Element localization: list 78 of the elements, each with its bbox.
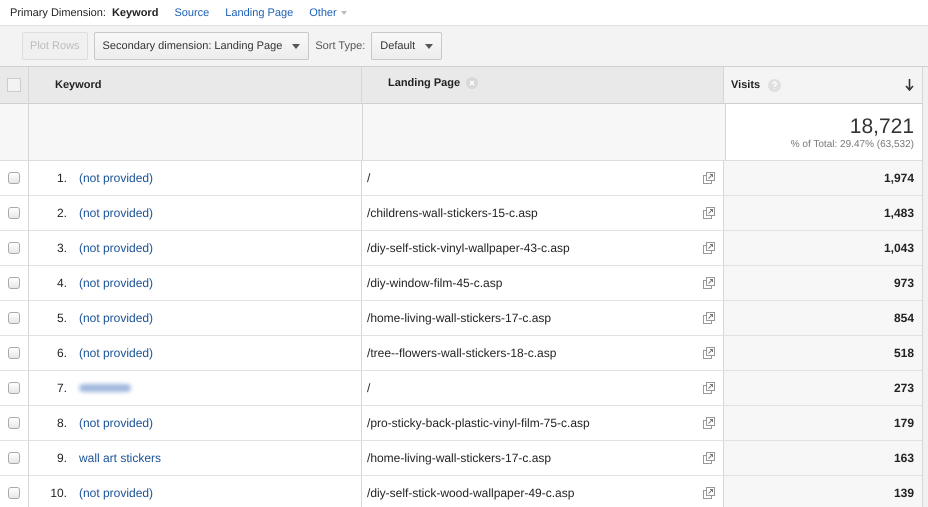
- secondary-dimension-dropdown[interactable]: Secondary dimension: Landing Page: [94, 32, 310, 60]
- table-cell: /diy-self-stick-wood-wallpaper-49-c.asp: [367, 486, 574, 500]
- column-header[interactable]: Landing Page: [388, 77, 460, 89]
- external-link-icon[interactable]: [703, 487, 715, 499]
- primary-dimension-label: Primary Dimension:: [10, 6, 106, 18]
- keyword-link[interactable]: (not provided): [79, 486, 154, 500]
- table-cell: /diy-self-stick-vinyl-wallpaper-43-c.asp: [367, 241, 570, 255]
- sort-descending-icon[interactable]: [905, 79, 914, 91]
- table-cell: /: [367, 171, 370, 185]
- row-number: 10.: [49, 486, 67, 500]
- row-number: 8.: [56, 416, 67, 430]
- select-all-checkbox[interactable]: [7, 78, 21, 92]
- sort-type-dropdown[interactable]: Default: [371, 32, 442, 60]
- table-cell: 1,043: [884, 241, 914, 255]
- keyword-link[interactable]: (not provided): [79, 276, 154, 290]
- row-checkbox[interactable]: [8, 487, 20, 499]
- row-number: 1.: [56, 171, 67, 185]
- keyword-link[interactable]: (not provided): [79, 206, 154, 220]
- keyword-link[interactable]: (not provided): [79, 311, 154, 325]
- caret-icon: [292, 44, 300, 48]
- remove-icon[interactable]: [466, 77, 478, 89]
- total-visits: 18,721: [850, 114, 914, 138]
- table-cell: 139: [894, 486, 914, 500]
- row-checkbox[interactable]: [8, 277, 20, 289]
- row-checkbox[interactable]: [8, 207, 20, 219]
- table-cell: /childrens-wall-stickers-15-c.asp: [367, 206, 538, 220]
- table-cell: 1,974: [884, 171, 914, 185]
- external-link-icon[interactable]: [703, 277, 715, 289]
- external-link-icon[interactable]: [703, 242, 715, 254]
- table-cell: /pro-sticky-back-plastic-vinyl-film-75-c.asp: [367, 416, 590, 430]
- row-number: 4.: [56, 276, 67, 290]
- row-checkbox[interactable]: [8, 242, 20, 254]
- table-cell: 854: [894, 311, 914, 325]
- row-number: 6.: [56, 346, 67, 360]
- keyword-link[interactable]: wall art stickers: [79, 451, 162, 465]
- external-link-icon[interactable]: [703, 347, 715, 359]
- column-header[interactable]: Keyword: [55, 79, 102, 91]
- help-icon[interactable]: [768, 78, 782, 92]
- row-checkbox[interactable]: [8, 417, 20, 429]
- external-link-icon[interactable]: [703, 452, 715, 464]
- table-cell: 273: [894, 381, 914, 395]
- dimension-tab[interactable]: Keyword: [112, 6, 158, 18]
- caret-icon: [425, 44, 434, 48]
- table-cell: /home-living-wall-stickers-17-c.asp: [367, 311, 552, 325]
- row-number: 5.: [56, 311, 67, 325]
- row-checkbox[interactable]: [8, 312, 20, 324]
- table-cell: 973: [894, 276, 914, 290]
- row-checkbox[interactable]: [8, 452, 20, 464]
- table-cell: 518: [894, 346, 914, 360]
- external-link-icon[interactable]: [703, 312, 715, 324]
- row-number: 7.: [56, 381, 67, 395]
- dimension-tab[interactable]: Landing Page: [225, 6, 294, 18]
- row-number: 2.: [56, 206, 67, 220]
- column-header[interactable]: Visits: [731, 79, 760, 91]
- sort-type-label: Sort Type:: [315, 40, 366, 52]
- table-cell: 163: [894, 451, 914, 465]
- keyword-link[interactable]: (not provided): [79, 416, 154, 430]
- row-checkbox[interactable]: [8, 172, 20, 184]
- keyword-link[interactable]: (not provided): [79, 241, 154, 255]
- row-number: 9.: [56, 451, 67, 465]
- dimension-tab[interactable]: Other: [309, 6, 347, 18]
- external-link-icon[interactable]: [703, 417, 715, 429]
- external-link-icon[interactable]: [703, 382, 715, 394]
- table-cell: 1,483: [884, 206, 914, 220]
- row-checkbox[interactable]: [8, 382, 20, 394]
- row-checkbox[interactable]: [8, 347, 20, 359]
- table-cell: /home-living-wall-stickers-17-c.asp: [367, 451, 552, 465]
- external-link-icon[interactable]: [703, 207, 715, 219]
- keyword-link[interactable]: (not provided): [79, 171, 154, 185]
- row-number: 3.: [56, 241, 67, 255]
- table-cell: /: [367, 381, 370, 395]
- percent-of-total: % of Total: 29.47% (63,532): [790, 138, 914, 150]
- table-cell: 179: [894, 416, 914, 430]
- keyword-link[interactable]: (not provided): [79, 346, 154, 360]
- external-link-icon[interactable]: [703, 172, 715, 184]
- table-cell: /diy-window-film-45-c.asp: [367, 276, 502, 290]
- table-cell: /tree--flowers-wall-stickers-18-c.asp: [367, 346, 556, 360]
- dimension-tab[interactable]: Source: [174, 6, 210, 18]
